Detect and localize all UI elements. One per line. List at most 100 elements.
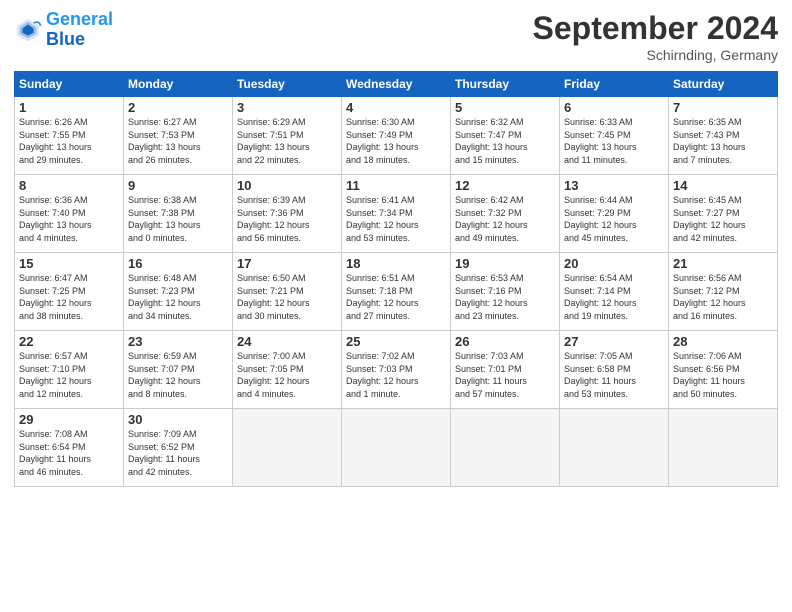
col-header-sunday: Sunday xyxy=(15,72,124,97)
day-number: 7 xyxy=(673,100,773,115)
calendar-day-cell: 18Sunrise: 6:51 AM Sunset: 7:18 PM Dayli… xyxy=(342,253,451,331)
day-number: 9 xyxy=(128,178,228,193)
calendar-day-cell: 5Sunrise: 6:32 AM Sunset: 7:47 PM Daylig… xyxy=(451,97,560,175)
calendar-day-cell: 3Sunrise: 6:29 AM Sunset: 7:51 PM Daylig… xyxy=(233,97,342,175)
day-number: 8 xyxy=(19,178,119,193)
day-number: 12 xyxy=(455,178,555,193)
day-number: 21 xyxy=(673,256,773,271)
day-number: 22 xyxy=(19,334,119,349)
location-subtitle: Schirnding, Germany xyxy=(533,47,778,63)
calendar-day-cell: 6Sunrise: 6:33 AM Sunset: 7:45 PM Daylig… xyxy=(560,97,669,175)
day-number: 28 xyxy=(673,334,773,349)
calendar-day-cell xyxy=(451,409,560,487)
calendar-day-cell: 7Sunrise: 6:35 AM Sunset: 7:43 PM Daylig… xyxy=(669,97,778,175)
title-block: September 2024 Schirnding, Germany xyxy=(533,10,778,63)
page-container: General Blue September 2024 Schirnding, … xyxy=(0,0,792,497)
day-number: 27 xyxy=(564,334,664,349)
day-number: 5 xyxy=(455,100,555,115)
calendar-day-cell: 15Sunrise: 6:47 AM Sunset: 7:25 PM Dayli… xyxy=(15,253,124,331)
day-info: Sunrise: 6:33 AM Sunset: 7:45 PM Dayligh… xyxy=(564,116,664,166)
calendar-day-cell: 13Sunrise: 6:44 AM Sunset: 7:29 PM Dayli… xyxy=(560,175,669,253)
day-number: 20 xyxy=(564,256,664,271)
calendar-week-row: 29Sunrise: 7:08 AM Sunset: 6:54 PM Dayli… xyxy=(15,409,778,487)
day-info: Sunrise: 7:03 AM Sunset: 7:01 PM Dayligh… xyxy=(455,350,555,400)
logo-icon xyxy=(14,16,42,44)
day-info: Sunrise: 6:50 AM Sunset: 7:21 PM Dayligh… xyxy=(237,272,337,322)
day-number: 4 xyxy=(346,100,446,115)
day-number: 1 xyxy=(19,100,119,115)
day-info: Sunrise: 6:39 AM Sunset: 7:36 PM Dayligh… xyxy=(237,194,337,244)
day-number: 15 xyxy=(19,256,119,271)
day-info: Sunrise: 6:56 AM Sunset: 7:12 PM Dayligh… xyxy=(673,272,773,322)
calendar-day-cell: 30Sunrise: 7:09 AM Sunset: 6:52 PM Dayli… xyxy=(124,409,233,487)
col-header-tuesday: Tuesday xyxy=(233,72,342,97)
day-info: Sunrise: 6:41 AM Sunset: 7:34 PM Dayligh… xyxy=(346,194,446,244)
calendar-day-cell: 19Sunrise: 6:53 AM Sunset: 7:16 PM Dayli… xyxy=(451,253,560,331)
day-info: Sunrise: 7:02 AM Sunset: 7:03 PM Dayligh… xyxy=(346,350,446,400)
day-info: Sunrise: 6:53 AM Sunset: 7:16 PM Dayligh… xyxy=(455,272,555,322)
calendar-week-row: 22Sunrise: 6:57 AM Sunset: 7:10 PM Dayli… xyxy=(15,331,778,409)
day-number: 26 xyxy=(455,334,555,349)
logo-blue: Blue xyxy=(46,30,113,50)
calendar-header-row: SundayMondayTuesdayWednesdayThursdayFrid… xyxy=(15,72,778,97)
calendar-day-cell: 14Sunrise: 6:45 AM Sunset: 7:27 PM Dayli… xyxy=(669,175,778,253)
day-info: Sunrise: 6:29 AM Sunset: 7:51 PM Dayligh… xyxy=(237,116,337,166)
day-info: Sunrise: 6:26 AM Sunset: 7:55 PM Dayligh… xyxy=(19,116,119,166)
day-number: 18 xyxy=(346,256,446,271)
calendar-day-cell: 16Sunrise: 6:48 AM Sunset: 7:23 PM Dayli… xyxy=(124,253,233,331)
day-number: 25 xyxy=(346,334,446,349)
day-info: Sunrise: 6:42 AM Sunset: 7:32 PM Dayligh… xyxy=(455,194,555,244)
col-header-monday: Monday xyxy=(124,72,233,97)
col-header-wednesday: Wednesday xyxy=(342,72,451,97)
logo-text: General Blue xyxy=(46,10,113,50)
day-info: Sunrise: 6:48 AM Sunset: 7:23 PM Dayligh… xyxy=(128,272,228,322)
header: General Blue September 2024 Schirnding, … xyxy=(14,10,778,63)
day-info: Sunrise: 7:06 AM Sunset: 6:56 PM Dayligh… xyxy=(673,350,773,400)
day-info: Sunrise: 7:08 AM Sunset: 6:54 PM Dayligh… xyxy=(19,428,119,478)
calendar-week-row: 15Sunrise: 6:47 AM Sunset: 7:25 PM Dayli… xyxy=(15,253,778,331)
calendar-day-cell: 21Sunrise: 6:56 AM Sunset: 7:12 PM Dayli… xyxy=(669,253,778,331)
calendar-day-cell xyxy=(342,409,451,487)
day-number: 13 xyxy=(564,178,664,193)
calendar-week-row: 8Sunrise: 6:36 AM Sunset: 7:40 PM Daylig… xyxy=(15,175,778,253)
calendar-day-cell: 23Sunrise: 6:59 AM Sunset: 7:07 PM Dayli… xyxy=(124,331,233,409)
day-number: 6 xyxy=(564,100,664,115)
day-info: Sunrise: 6:27 AM Sunset: 7:53 PM Dayligh… xyxy=(128,116,228,166)
calendar-day-cell: 20Sunrise: 6:54 AM Sunset: 7:14 PM Dayli… xyxy=(560,253,669,331)
day-number: 16 xyxy=(128,256,228,271)
calendar-day-cell: 29Sunrise: 7:08 AM Sunset: 6:54 PM Dayli… xyxy=(15,409,124,487)
day-number: 10 xyxy=(237,178,337,193)
day-number: 11 xyxy=(346,178,446,193)
calendar-day-cell: 2Sunrise: 6:27 AM Sunset: 7:53 PM Daylig… xyxy=(124,97,233,175)
day-number: 24 xyxy=(237,334,337,349)
calendar-day-cell: 25Sunrise: 7:02 AM Sunset: 7:03 PM Dayli… xyxy=(342,331,451,409)
day-info: Sunrise: 7:05 AM Sunset: 6:58 PM Dayligh… xyxy=(564,350,664,400)
day-info: Sunrise: 6:35 AM Sunset: 7:43 PM Dayligh… xyxy=(673,116,773,166)
day-info: Sunrise: 6:54 AM Sunset: 7:14 PM Dayligh… xyxy=(564,272,664,322)
day-number: 17 xyxy=(237,256,337,271)
calendar-day-cell: 9Sunrise: 6:38 AM Sunset: 7:38 PM Daylig… xyxy=(124,175,233,253)
day-info: Sunrise: 6:57 AM Sunset: 7:10 PM Dayligh… xyxy=(19,350,119,400)
calendar-day-cell: 17Sunrise: 6:50 AM Sunset: 7:21 PM Dayli… xyxy=(233,253,342,331)
day-number: 30 xyxy=(128,412,228,427)
col-header-friday: Friday xyxy=(560,72,669,97)
day-number: 29 xyxy=(19,412,119,427)
day-info: Sunrise: 6:44 AM Sunset: 7:29 PM Dayligh… xyxy=(564,194,664,244)
col-header-thursday: Thursday xyxy=(451,72,560,97)
day-number: 14 xyxy=(673,178,773,193)
logo-general: General xyxy=(46,9,113,29)
calendar-day-cell: 28Sunrise: 7:06 AM Sunset: 6:56 PM Dayli… xyxy=(669,331,778,409)
month-title: September 2024 xyxy=(533,10,778,47)
calendar-day-cell: 1Sunrise: 6:26 AM Sunset: 7:55 PM Daylig… xyxy=(15,97,124,175)
calendar-day-cell: 4Sunrise: 6:30 AM Sunset: 7:49 PM Daylig… xyxy=(342,97,451,175)
calendar-day-cell: 12Sunrise: 6:42 AM Sunset: 7:32 PM Dayli… xyxy=(451,175,560,253)
calendar-day-cell: 26Sunrise: 7:03 AM Sunset: 7:01 PM Dayli… xyxy=(451,331,560,409)
calendar-day-cell: 27Sunrise: 7:05 AM Sunset: 6:58 PM Dayli… xyxy=(560,331,669,409)
day-info: Sunrise: 6:32 AM Sunset: 7:47 PM Dayligh… xyxy=(455,116,555,166)
calendar-day-cell xyxy=(560,409,669,487)
calendar-week-row: 1Sunrise: 6:26 AM Sunset: 7:55 PM Daylig… xyxy=(15,97,778,175)
day-number: 2 xyxy=(128,100,228,115)
day-number: 3 xyxy=(237,100,337,115)
calendar-day-cell: 10Sunrise: 6:39 AM Sunset: 7:36 PM Dayli… xyxy=(233,175,342,253)
calendar-day-cell: 24Sunrise: 7:00 AM Sunset: 7:05 PM Dayli… xyxy=(233,331,342,409)
